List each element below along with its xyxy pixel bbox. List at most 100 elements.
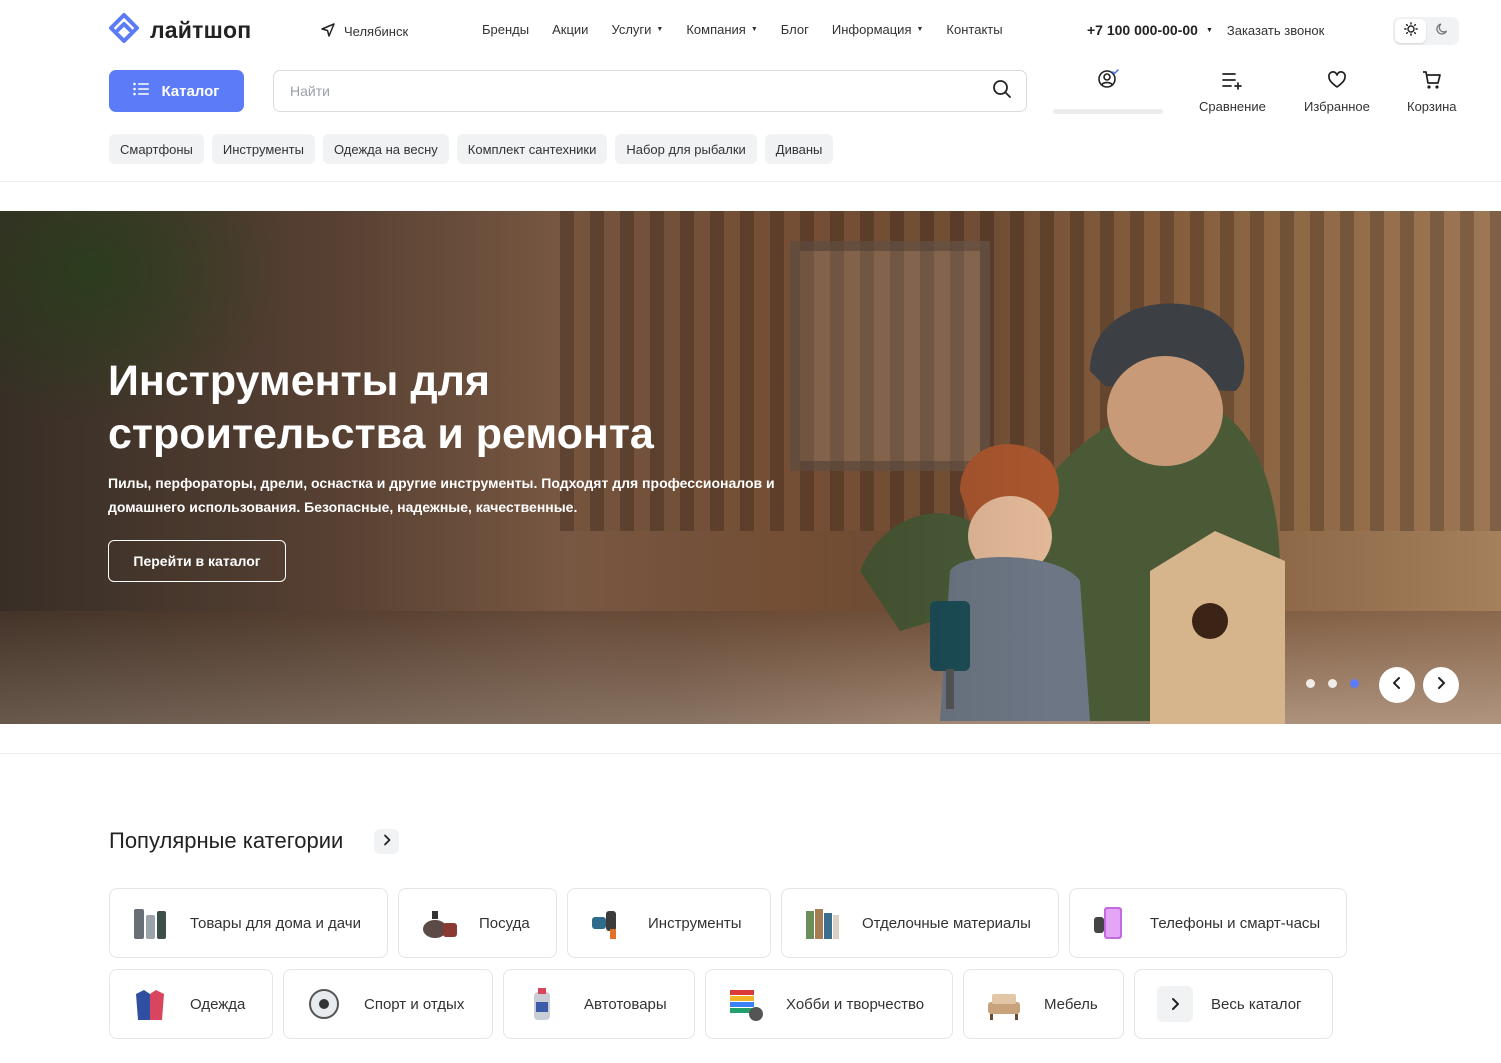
category-card[interactable]: Хобби и творчество: [705, 969, 953, 1039]
category-card[interactable]: Телефоны и смарт-часы: [1069, 888, 1347, 958]
phone-caret-icon[interactable]: ▼: [1206, 27, 1213, 34]
category-card[interactable]: Автотовары: [503, 969, 695, 1039]
chevron-left-icon: [1391, 676, 1403, 695]
catalog-button-label: Каталог: [161, 82, 220, 100]
nav-label: Контакты: [946, 22, 1003, 37]
divider: [0, 753, 1501, 754]
cart-label: Корзина: [1407, 99, 1457, 114]
account-name-placeholder: [1053, 109, 1163, 114]
user-icon: [1097, 68, 1119, 95]
banner-title: Инструменты для строительства и ремонта: [108, 357, 654, 458]
slider-dots: [1306, 679, 1359, 688]
nav-label: Блог: [780, 22, 809, 37]
nav-item-services[interactable]: Услуги ▼: [611, 22, 663, 37]
nav-label: Информация: [831, 22, 912, 37]
clothes-icon: [128, 982, 172, 1026]
category-label: Мебель: [1044, 995, 1098, 1013]
categories-row-1: Товары для дома и дачи Посуда Инструмент…: [109, 888, 1347, 958]
nav-item-brands[interactable]: Бренды: [482, 22, 529, 37]
category-card[interactable]: Товары для дома и дачи: [109, 888, 388, 958]
logo-mark-icon: [108, 12, 140, 49]
location-arrow-icon: [320, 22, 336, 41]
city-selector[interactable]: Челябинск: [320, 22, 408, 41]
search-icon[interactable]: [992, 79, 1012, 104]
nav-label: Акции: [552, 22, 589, 37]
phone-block: +7 100 000-00-00 ▼ Заказать звонок: [1087, 22, 1324, 38]
category-label: Автотовары: [584, 995, 667, 1013]
category-label: Хобби и творчество: [786, 995, 925, 1013]
slider-dot[interactable]: [1306, 679, 1315, 688]
phones-icon: [1088, 901, 1132, 945]
furniture-icon: [982, 982, 1026, 1026]
caret-down-icon: ▼: [656, 26, 664, 33]
tag-chip[interactable]: Диваны: [764, 134, 834, 164]
theme-toggle: [1393, 17, 1459, 45]
home-garden-icon: [128, 901, 172, 945]
nav-label: Бренды: [482, 22, 530, 37]
materials-icon: [800, 901, 844, 945]
banner-shade: [0, 211, 1501, 724]
logo-text: лайтшоп: [150, 16, 252, 43]
category-card[interactable]: Спорт и отдых: [283, 969, 493, 1039]
nav-item-contacts[interactable]: Контакты: [946, 22, 1002, 37]
category-card[interactable]: Отделочные материалы: [781, 888, 1059, 958]
popular-categories-more-button[interactable]: [374, 829, 399, 854]
search-input[interactable]: [288, 82, 992, 100]
caret-down-icon: ▼: [916, 26, 924, 33]
tag-chip[interactable]: Одежда на весну: [322, 134, 449, 164]
category-card[interactable]: Мебель: [963, 969, 1124, 1039]
chevron-right-icon: [382, 833, 392, 851]
banner-description: Пилы, перфораторы, дрели, оснастка и дру…: [108, 475, 775, 515]
sun-icon: [1403, 21, 1418, 41]
compare-button[interactable]: Сравнение: [1199, 70, 1266, 114]
phone-number[interactable]: +7 100 000-00-00: [1087, 22, 1198, 38]
catalog-button[interactable]: Каталог: [109, 70, 244, 112]
sport-icon: [302, 982, 346, 1026]
go-to-catalog-button[interactable]: Перейти в каталог: [108, 540, 286, 582]
tag-chip[interactable]: Набор для рыбалки: [615, 134, 757, 164]
top-navigation: Бренды Акции Услуги ▼ Компания ▼ Блог Инфо…: [482, 22, 1026, 37]
auto-icon: [522, 982, 566, 1026]
category-card[interactable]: Одежда: [109, 969, 273, 1039]
city-name: Челябинск: [344, 24, 409, 39]
light-theme-button[interactable]: [1395, 19, 1426, 43]
all-catalog-label: Весь каталог: [1211, 995, 1302, 1013]
cart-icon: [1421, 70, 1443, 93]
slider-dot[interactable]: [1328, 679, 1337, 688]
tag-chip[interactable]: Смартфоны: [109, 134, 204, 164]
slider-prev-button[interactable]: [1379, 667, 1415, 703]
category-card[interactable]: Посуда: [398, 888, 557, 958]
all-catalog-card[interactable]: Весь каталог: [1134, 969, 1333, 1039]
compare-label: Сравнение: [1199, 99, 1266, 114]
slider-next-button[interactable]: [1423, 667, 1459, 703]
quick-tags: Смартфоны Инструменты Одежда на весну Ко…: [109, 134, 834, 164]
callback-link[interactable]: Заказать звонок: [1227, 23, 1324, 38]
tag-chip[interactable]: Инструменты: [211, 134, 315, 164]
cart-button[interactable]: Корзина: [1407, 70, 1457, 114]
categories-row-2: Одежда Спорт и отдых Автотовары Хобби и …: [109, 969, 1333, 1039]
category-label: Посуда: [479, 914, 530, 932]
search-box: [273, 70, 1027, 112]
category-label: Отделочные материалы: [862, 914, 1031, 932]
cookware-icon: [417, 901, 461, 945]
hero-banner: [0, 211, 1501, 724]
nav-item-company[interactable]: Компания ▼: [686, 22, 757, 37]
nav-item-promo[interactable]: Акции: [552, 22, 588, 37]
slider-dot-active[interactable]: [1350, 679, 1359, 688]
popular-categories-title: Популярные категории: [109, 828, 344, 853]
account-button[interactable]: [1053, 68, 1163, 114]
list-icon: [133, 82, 150, 100]
nav-label: Услуги: [611, 22, 652, 37]
logo[interactable]: лайтшоп: [108, 12, 252, 49]
heart-icon: [1327, 70, 1347, 93]
category-label: Спорт и отдых: [364, 995, 465, 1013]
dark-theme-button[interactable]: [1426, 19, 1457, 43]
nav-item-blog[interactable]: Блог: [781, 22, 809, 37]
tag-chip[interactable]: Комплект сантехники: [456, 134, 608, 164]
category-card[interactable]: Инструменты: [567, 888, 771, 958]
favorites-button[interactable]: Избранное: [1304, 70, 1370, 114]
nav-item-info[interactable]: Информация ▼: [832, 22, 924, 37]
category-label: Инструменты: [648, 914, 742, 932]
compare-icon: [1221, 70, 1243, 93]
category-label: Одежда: [190, 995, 246, 1013]
